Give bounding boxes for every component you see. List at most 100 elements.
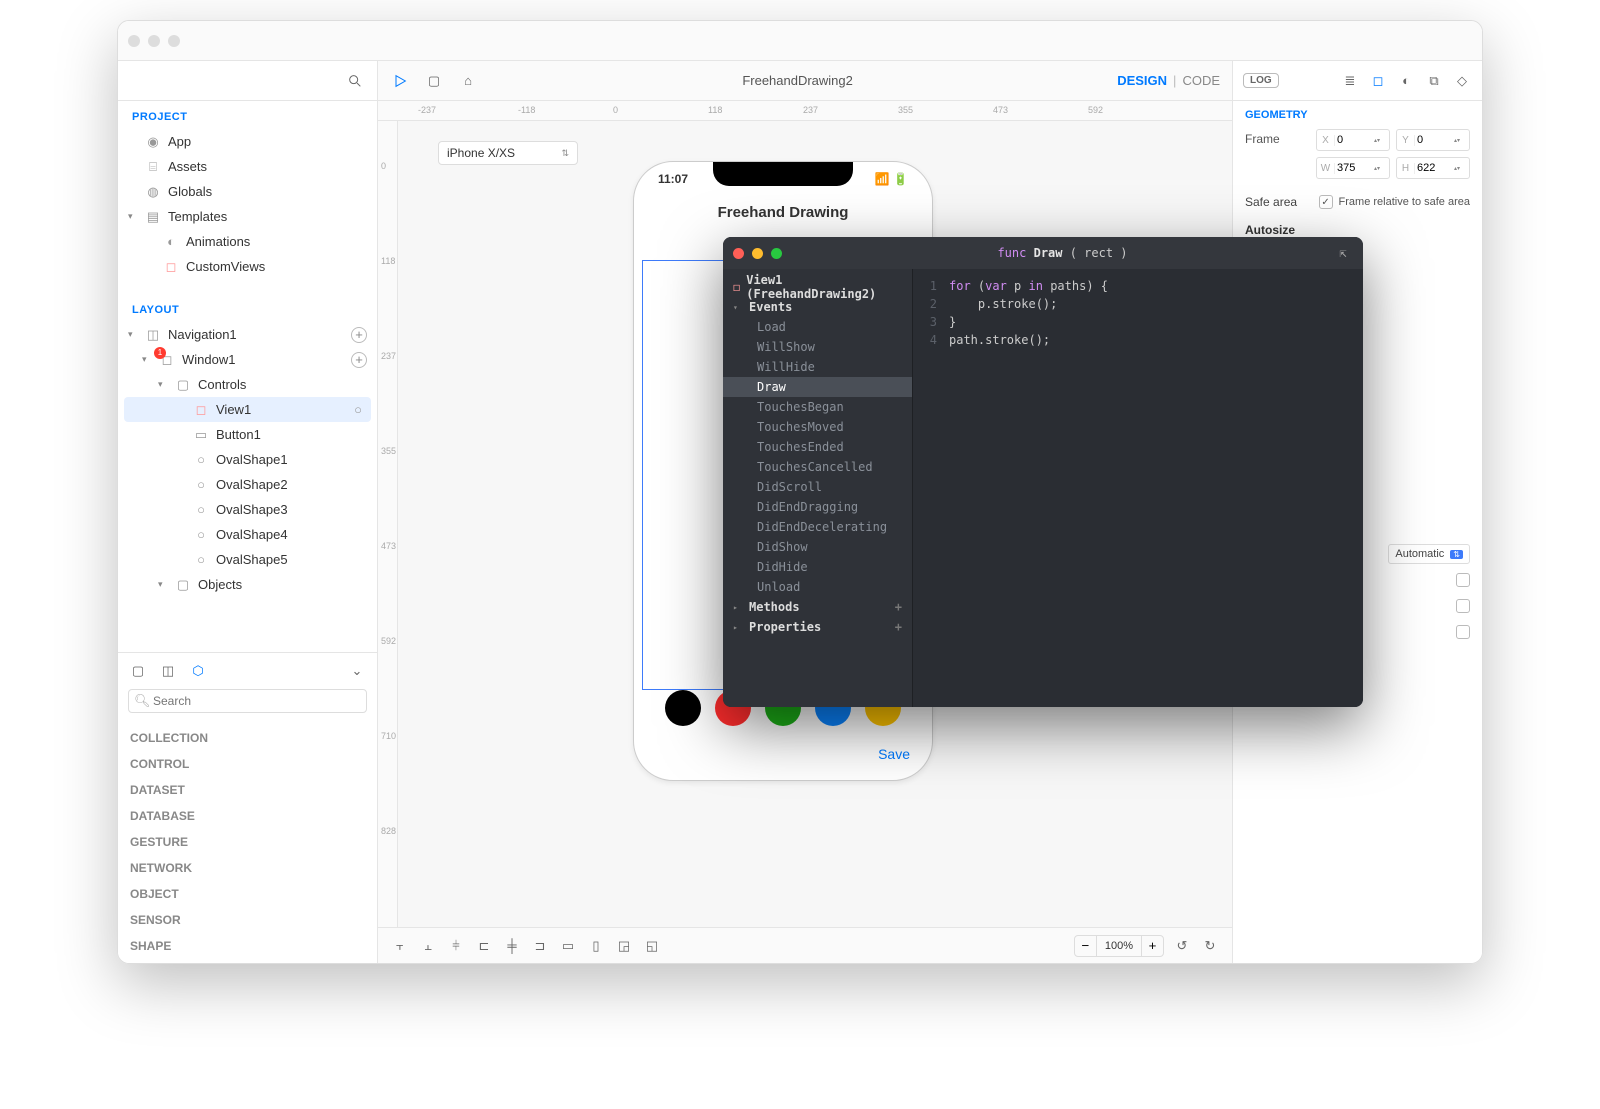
- cs-properties[interactable]: ▸Properties+: [723, 617, 912, 637]
- cat-network[interactable]: NETWORK: [118, 855, 377, 881]
- bounce-h-checkbox[interactable]: [1456, 599, 1470, 613]
- add-property-icon[interactable]: +: [895, 620, 902, 634]
- cs-methods[interactable]: ▸Methods+: [723, 597, 912, 617]
- tree-templates[interactable]: ▾▤Templates: [124, 204, 371, 229]
- cs-didenddragging[interactable]: DidEndDragging: [723, 497, 912, 517]
- palette-icon[interactable]: ◐: [1396, 71, 1416, 91]
- cat-shape[interactable]: SHAPE: [118, 933, 377, 959]
- link-icon[interactable]: ⧉: [1424, 71, 1444, 91]
- tree-oval5[interactable]: ○OvalShape5: [124, 547, 371, 572]
- cs-didenddecelerating[interactable]: DidEndDecelerating: [723, 517, 912, 537]
- code-editor[interactable]: 1234 for (var p in paths) { p.stroke();}…: [913, 269, 1363, 707]
- design-tab[interactable]: DESIGN: [1117, 73, 1167, 88]
- cs-object[interactable]: ◻View1 (FreehandDrawing2): [723, 277, 912, 297]
- ungroup-icon[interactable]: ▯: [586, 936, 606, 956]
- device-icon[interactable]: ▢: [424, 71, 444, 91]
- close-dot[interactable]: [128, 35, 140, 47]
- tree-oval4[interactable]: ○OvalShape4: [124, 522, 371, 547]
- cs-touchesbegan[interactable]: TouchesBegan: [723, 397, 912, 417]
- align-left2-icon[interactable]: ⊏: [474, 936, 494, 956]
- minimize-dot[interactable]: [752, 248, 763, 259]
- safe-area-checkbox[interactable]: ✓: [1319, 195, 1333, 209]
- tree-controls[interactable]: ▾▢Controls: [124, 372, 371, 397]
- frame-y[interactable]: Y▴▾: [1396, 129, 1470, 151]
- zoom-out-button[interactable]: −: [1075, 936, 1097, 956]
- cat-database[interactable]: DATABASE: [118, 803, 377, 829]
- layout-tab-icon[interactable]: ◫: [158, 661, 178, 681]
- code-lines[interactable]: for (var p in paths) { p.stroke();}path.…: [943, 269, 1114, 707]
- tree-globals[interactable]: ◍Globals: [124, 179, 371, 204]
- cat-sensor[interactable]: SENSOR: [118, 907, 377, 933]
- backward-icon[interactable]: ◱: [642, 936, 662, 956]
- device-picker[interactable]: iPhone X/XS⇅: [438, 141, 578, 165]
- tree-oval1[interactable]: ○OvalShape1: [124, 447, 371, 472]
- close-dot[interactable]: [733, 248, 744, 259]
- cs-touchesmoved[interactable]: TouchesMoved: [723, 417, 912, 437]
- add-icon[interactable]: +: [351, 327, 367, 343]
- tree-window[interactable]: ▾1◻Window1+: [124, 347, 371, 372]
- chevron-updown-icon: ⇅: [561, 148, 569, 159]
- cs-didhide[interactable]: DidHide: [723, 557, 912, 577]
- cs-load[interactable]: Load: [723, 317, 912, 337]
- bounces-checkbox[interactable]: [1456, 573, 1470, 587]
- tree-customviews[interactable]: ◻CustomViews: [124, 254, 371, 279]
- cat-collection[interactable]: COLLECTION: [118, 725, 377, 751]
- cs-willshow[interactable]: WillShow: [723, 337, 912, 357]
- cs-unload[interactable]: Unload: [723, 577, 912, 597]
- tree-animations[interactable]: ◐Animations: [124, 229, 371, 254]
- tree-oval3[interactable]: ○OvalShape3: [124, 497, 371, 522]
- tree-view1[interactable]: ◻View1○: [124, 397, 371, 422]
- add-icon[interactable]: +: [351, 352, 367, 368]
- adjustment-select[interactable]: Automatic⇅: [1388, 544, 1470, 564]
- tree-oval2[interactable]: ○OvalShape2: [124, 472, 371, 497]
- tree-objects[interactable]: ▾▢Objects: [124, 572, 371, 597]
- save-button[interactable]: Save: [878, 746, 910, 762]
- add-method-icon[interactable]: +: [895, 600, 902, 614]
- tree-app[interactable]: ◉App: [124, 129, 371, 154]
- zoom-dot[interactable]: [771, 248, 782, 259]
- popout-icon[interactable]: ⇱: [1333, 243, 1353, 263]
- align-center-v-icon[interactable]: ╪: [502, 936, 522, 956]
- log-button[interactable]: LOG: [1243, 73, 1279, 88]
- forward-icon[interactable]: ◲: [614, 936, 634, 956]
- frame-h[interactable]: H▴▾: [1396, 157, 1470, 179]
- cat-gesture[interactable]: GESTURE: [118, 829, 377, 855]
- search-icon[interactable]: [345, 71, 365, 91]
- align-left-icon[interactable]: ⫟: [390, 936, 410, 956]
- minimize-dot[interactable]: [148, 35, 160, 47]
- align-center-h-icon[interactable]: ⫩: [446, 936, 466, 956]
- swatch-black[interactable]: [665, 690, 701, 726]
- device-tab-icon[interactable]: ▢: [128, 661, 148, 681]
- frame-w[interactable]: W▴▾: [1316, 157, 1390, 179]
- cube-tab-icon[interactable]: ⬡: [188, 661, 208, 681]
- redo-icon[interactable]: ↻: [1200, 936, 1220, 956]
- align-right-icon[interactable]: ⊐: [530, 936, 550, 956]
- chevron-down-icon[interactable]: ⌄: [347, 661, 367, 681]
- cs-willhide[interactable]: WillHide: [723, 357, 912, 377]
- list-icon[interactable]: ≣: [1340, 71, 1360, 91]
- group-icon[interactable]: ▭: [558, 936, 578, 956]
- bounce-v-checkbox[interactable]: [1456, 625, 1470, 639]
- cs-touchesended[interactable]: TouchesEnded: [723, 437, 912, 457]
- cat-dataset[interactable]: DATASET: [118, 777, 377, 803]
- align-bottom-icon[interactable]: ⫠: [418, 936, 438, 956]
- undo-icon[interactable]: ↺: [1172, 936, 1192, 956]
- frame-x[interactable]: X▴▾: [1316, 129, 1390, 151]
- eye-icon[interactable]: ◇: [1452, 71, 1472, 91]
- cat-object[interactable]: OBJECT: [118, 881, 377, 907]
- play-icon[interactable]: [390, 71, 410, 91]
- tree-navigation[interactable]: ▾◫Navigation1+: [124, 322, 371, 347]
- cat-control[interactable]: CONTROL: [118, 751, 377, 777]
- zoom-in-button[interactable]: +: [1141, 936, 1163, 956]
- code-tab[interactable]: CODE: [1182, 73, 1220, 88]
- zoom-dot[interactable]: [168, 35, 180, 47]
- cs-touchescancelled[interactable]: TouchesCancelled: [723, 457, 912, 477]
- archive-icon[interactable]: ⌂: [458, 71, 478, 91]
- cs-didshow[interactable]: DidShow: [723, 537, 912, 557]
- cs-draw[interactable]: Draw: [723, 377, 912, 397]
- search-input[interactable]: [128, 689, 367, 713]
- tree-assets[interactable]: ⌸Assets: [124, 154, 371, 179]
- cs-didscroll[interactable]: DidScroll: [723, 477, 912, 497]
- tree-button1[interactable]: ▭Button1: [124, 422, 371, 447]
- crop-icon[interactable]: ◻: [1368, 71, 1388, 91]
